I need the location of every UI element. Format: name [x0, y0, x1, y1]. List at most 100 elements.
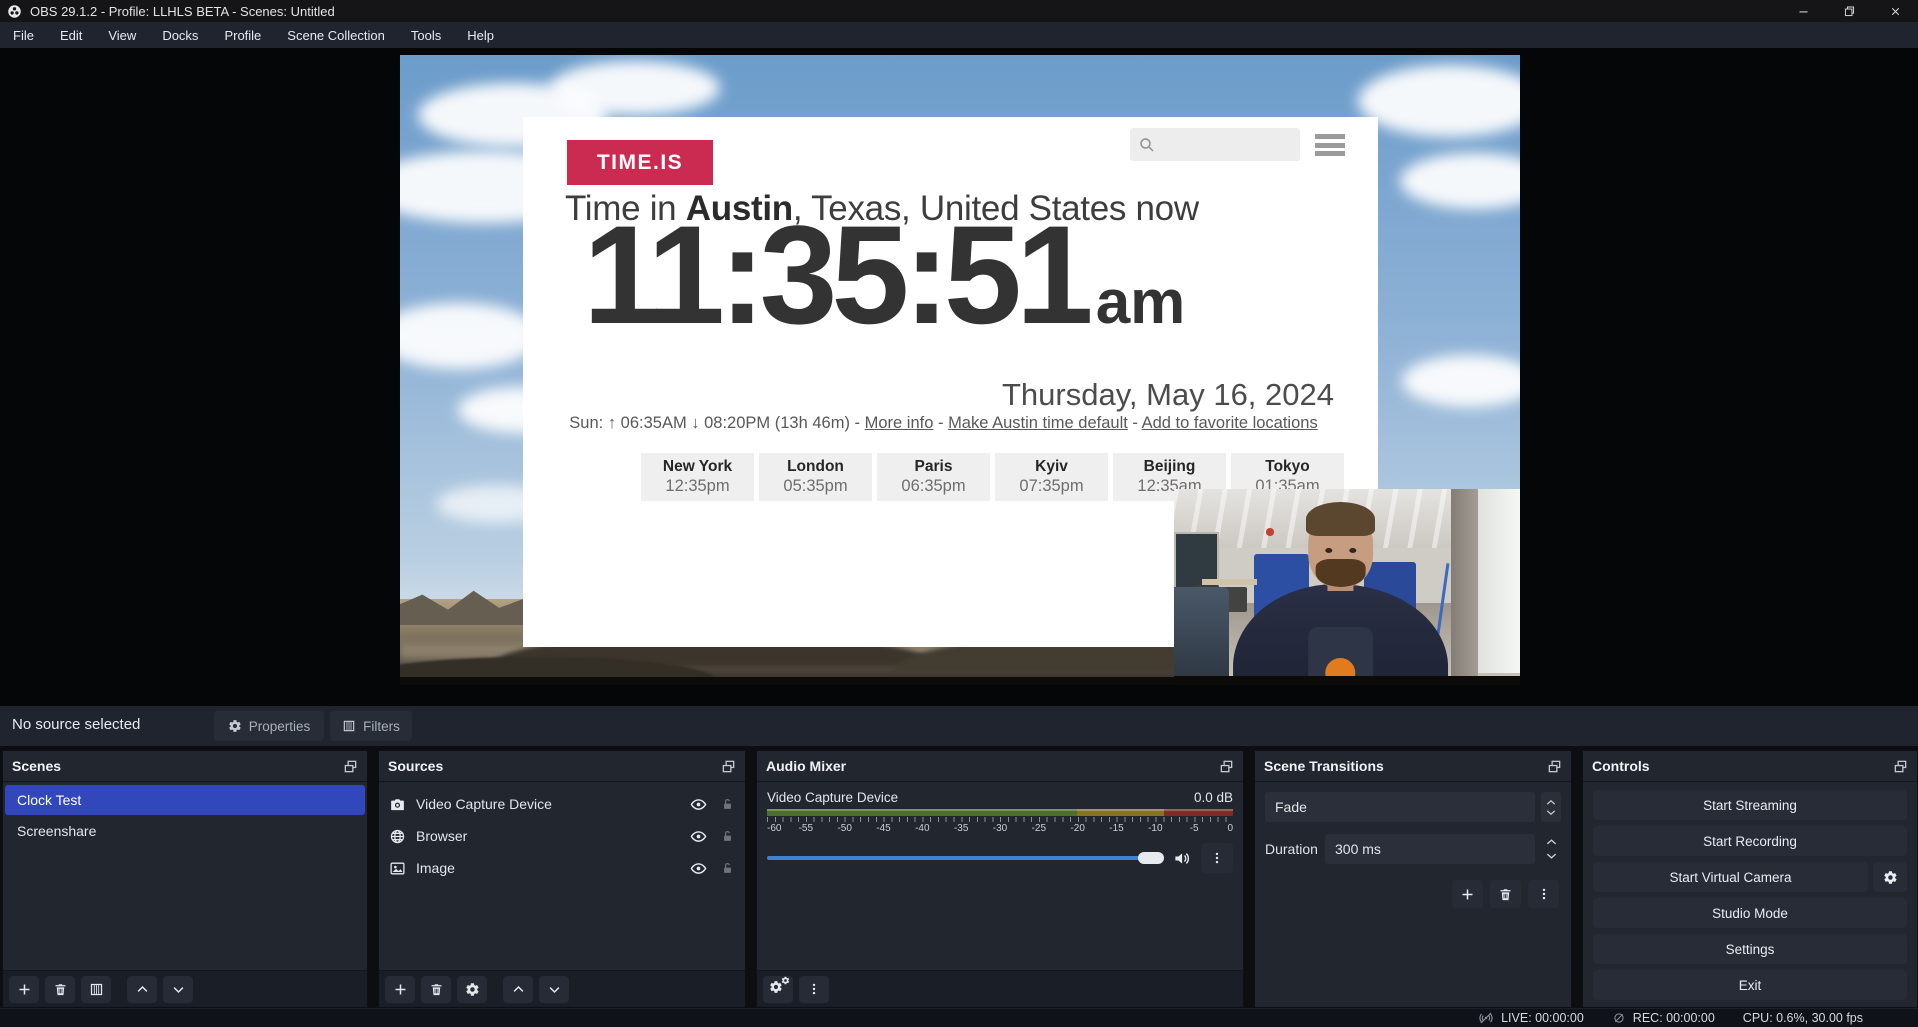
speaker-icon[interactable] — [1173, 849, 1192, 868]
kebab-menu-icon — [1210, 851, 1224, 865]
world-time-cell: London05:35pm — [759, 453, 872, 501]
transitions-dock-title: Scene Transitions — [1264, 758, 1384, 774]
source-item-browser[interactable]: Browser — [379, 821, 745, 851]
restore-button[interactable] — [1826, 0, 1872, 22]
popout-icon[interactable] — [721, 759, 736, 774]
chevron-down-icon — [547, 982, 562, 997]
source-item-video-capture[interactable]: Video Capture Device — [379, 789, 745, 819]
timeis-sun-info: Sun: ↑ 06:35AM ↓ 08:20PM (13h 46m) - Mor… — [523, 414, 1364, 433]
remove-transition-button[interactable] — [1490, 880, 1521, 908]
world-time-cell: New York12:35pm — [641, 453, 754, 501]
close-button[interactable] — [1872, 0, 1918, 22]
mixer-channel-menu-button[interactable] — [1201, 843, 1233, 873]
filters-button[interactable]: Filters — [330, 711, 412, 741]
close-icon — [1889, 5, 1902, 18]
add-favorite-link: Add to favorite locations — [1142, 414, 1318, 432]
unlock-icon[interactable] — [720, 797, 735, 812]
menu-tools[interactable]: Tools — [398, 22, 454, 48]
popout-icon[interactable] — [1547, 759, 1562, 774]
volume-slider-handle[interactable] — [1138, 852, 1164, 864]
popout-icon[interactable] — [1893, 759, 1908, 774]
transition-menu-button[interactable] — [1528, 880, 1559, 908]
menu-edit[interactable]: Edit — [47, 22, 95, 48]
transition-select[interactable]: Fade — [1265, 792, 1535, 822]
properties-button[interactable]: Properties — [214, 711, 324, 741]
menu-help[interactable]: Help — [454, 22, 507, 48]
menu-scene-collection[interactable]: Scene Collection — [274, 22, 398, 48]
gear-icon — [228, 719, 242, 733]
scene-item-clock-test[interactable]: Clock Test — [5, 785, 365, 815]
trash-icon — [1498, 887, 1513, 902]
source-properties-button[interactable] — [457, 976, 487, 1003]
menu-file[interactable]: File — [0, 22, 47, 48]
remove-scene-button[interactable] — [45, 976, 75, 1003]
menu-docks[interactable]: Docks — [149, 22, 211, 48]
record-disc-icon — [1612, 1011, 1626, 1025]
sources-dock-title: Sources — [388, 758, 443, 774]
chevron-down-icon — [1546, 809, 1556, 816]
start-streaming-button[interactable]: Start Streaming — [1593, 790, 1907, 820]
transition-select-arrows[interactable] — [1541, 792, 1561, 822]
visibility-eye-icon[interactable] — [690, 796, 707, 813]
filter-icon — [89, 982, 104, 997]
remove-source-button[interactable] — [421, 976, 451, 1003]
scene-item-screenshare[interactable]: Screenshare — [5, 816, 365, 846]
cloud — [550, 61, 720, 115]
titlebar: OBS 29.1.2 - Profile: LLHLS BETA - Scene… — [0, 0, 1918, 22]
hamburger-menu-icon — [1315, 134, 1345, 156]
minimize-icon — [1797, 5, 1810, 18]
image-icon — [389, 860, 406, 877]
start-virtual-camera-button[interactable]: Start Virtual Camera — [1593, 862, 1868, 892]
visibility-eye-icon[interactable] — [690, 828, 707, 845]
visibility-eye-icon[interactable] — [690, 860, 707, 877]
popout-icon[interactable] — [343, 759, 358, 774]
settings-button[interactable]: Settings — [1593, 934, 1907, 964]
mixer-menu-button[interactable] — [799, 976, 829, 1003]
move-scene-down-button[interactable] — [163, 976, 193, 1003]
spin-up-icon[interactable] — [1546, 838, 1557, 846]
scene-transitions-dock: Scene Transitions Fade Duration 300 ms — [1254, 750, 1572, 1008]
menu-view[interactable]: View — [95, 22, 149, 48]
gear-icon — [465, 982, 480, 997]
duration-input[interactable]: 300 ms — [1325, 834, 1535, 864]
move-scene-up-button[interactable] — [127, 976, 157, 1003]
chevron-down-icon — [171, 982, 186, 997]
unlock-icon[interactable] — [720, 829, 735, 844]
clock-time: 11:35:51 — [583, 205, 1088, 345]
move-source-up-button[interactable] — [503, 976, 533, 1003]
unlock-icon[interactable] — [720, 861, 735, 876]
obs-logo-icon — [7, 4, 22, 19]
add-transition-button[interactable] — [1452, 880, 1483, 908]
add-scene-button[interactable] — [9, 976, 39, 1003]
program-canvas[interactable]: TIME.IS Time in Austin, Texas, United St… — [400, 55, 1520, 685]
scene-filters-button[interactable] — [81, 976, 111, 1003]
studio-mode-button[interactable]: Studio Mode — [1593, 898, 1907, 928]
obs-window: OBS 29.1.2 - Profile: LLHLS BETA - Scene… — [0, 0, 1918, 1027]
gear-icon — [1883, 870, 1898, 885]
spin-down-icon[interactable] — [1546, 852, 1557, 860]
preview-area: TIME.IS Time in Austin, Texas, United St… — [0, 48, 1918, 706]
popout-icon[interactable] — [1219, 759, 1234, 774]
world-time-cell: Kyiv07:35pm — [995, 453, 1108, 501]
start-recording-button[interactable]: Start Recording — [1593, 826, 1907, 856]
cloud — [1400, 153, 1520, 209]
kebab-menu-icon — [807, 982, 821, 996]
trash-icon — [429, 982, 444, 997]
source-item-image[interactable]: Image — [379, 853, 745, 883]
minimize-button[interactable] — [1780, 0, 1826, 22]
cpu-fps-stats: CPU: 0.6%, 30.00 fps — [1743, 1011, 1863, 1025]
mixer-channel-name: Video Capture Device — [767, 790, 898, 805]
virtual-camera-config-button[interactable] — [1873, 862, 1907, 892]
exit-button[interactable]: Exit — [1593, 970, 1907, 1000]
camera-icon — [389, 796, 406, 813]
sources-dock: Sources Video Capture Device Browser Ima… — [378, 750, 746, 1008]
menu-profile[interactable]: Profile — [211, 22, 274, 48]
chevron-up-icon — [135, 982, 150, 997]
mixer-settings-button[interactable] — [763, 976, 793, 1003]
add-source-button[interactable] — [385, 976, 415, 1003]
menubar: File Edit View Docks Profile Scene Colle… — [0, 22, 1918, 48]
move-source-down-button[interactable] — [539, 976, 569, 1003]
plus-icon — [1460, 887, 1475, 902]
volume-slider[interactable] — [767, 856, 1164, 860]
volume-meter — [767, 809, 1233, 816]
